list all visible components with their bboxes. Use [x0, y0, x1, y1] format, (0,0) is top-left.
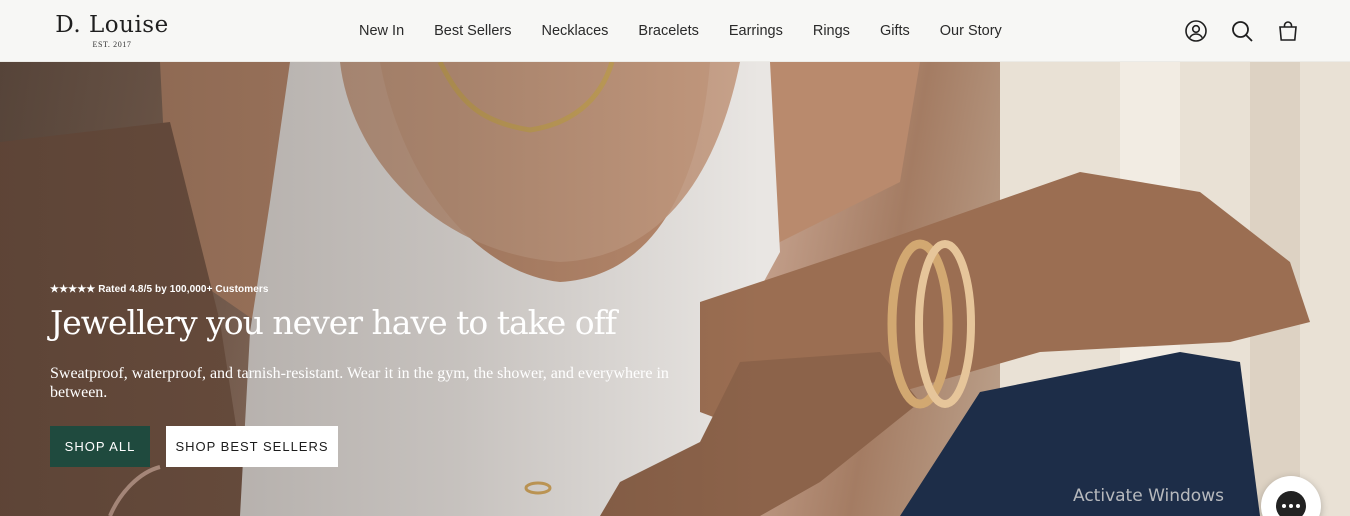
hero-subline: Sweatproof, waterproof, and tarnish-resi…: [50, 365, 669, 401]
nav-item-best-sellers[interactable]: Best Sellers: [419, 23, 526, 39]
nav-item-our-story[interactable]: Our Story: [925, 23, 1017, 39]
site-header: D. Louise EST. 2017 New In Best Sellers …: [0, 0, 1350, 62]
nav-item-bracelets[interactable]: Bracelets: [623, 23, 713, 39]
hero-banner: ★★★★★ Rated 4.8/5 by 100,000+ Customers …: [0, 62, 1350, 516]
nav-item-new-in[interactable]: New In: [344, 23, 419, 39]
nav-item-earrings[interactable]: Earrings: [714, 23, 798, 39]
main-nav: New In Best Sellers Necklaces Bracelets …: [344, 0, 1017, 62]
logo[interactable]: D. Louise EST. 2017: [52, 11, 172, 49]
logo-tagline: EST. 2017: [92, 40, 132, 49]
nav-item-rings[interactable]: Rings: [798, 23, 865, 39]
shop-all-button[interactable]: SHOP ALL: [50, 426, 150, 467]
activate-windows-watermark: Activate Windows: [1073, 486, 1224, 506]
hero-headline: Jewellery you never have to take off: [50, 303, 617, 342]
chat-icon: [1276, 491, 1306, 516]
search-icon[interactable]: [1230, 19, 1254, 43]
header-icons: [1184, 0, 1300, 62]
cart-icon[interactable]: [1276, 19, 1300, 43]
logo-name: D. Louise: [55, 12, 169, 38]
account-icon[interactable]: [1184, 19, 1208, 43]
nav-item-necklaces[interactable]: Necklaces: [527, 23, 624, 39]
shop-best-sellers-button[interactable]: SHOP BEST SELLERS: [166, 426, 338, 467]
rating-text: ★★★★★ Rated 4.8/5 by 100,000+ Customers: [50, 284, 269, 295]
nav-item-gifts[interactable]: Gifts: [865, 23, 925, 39]
